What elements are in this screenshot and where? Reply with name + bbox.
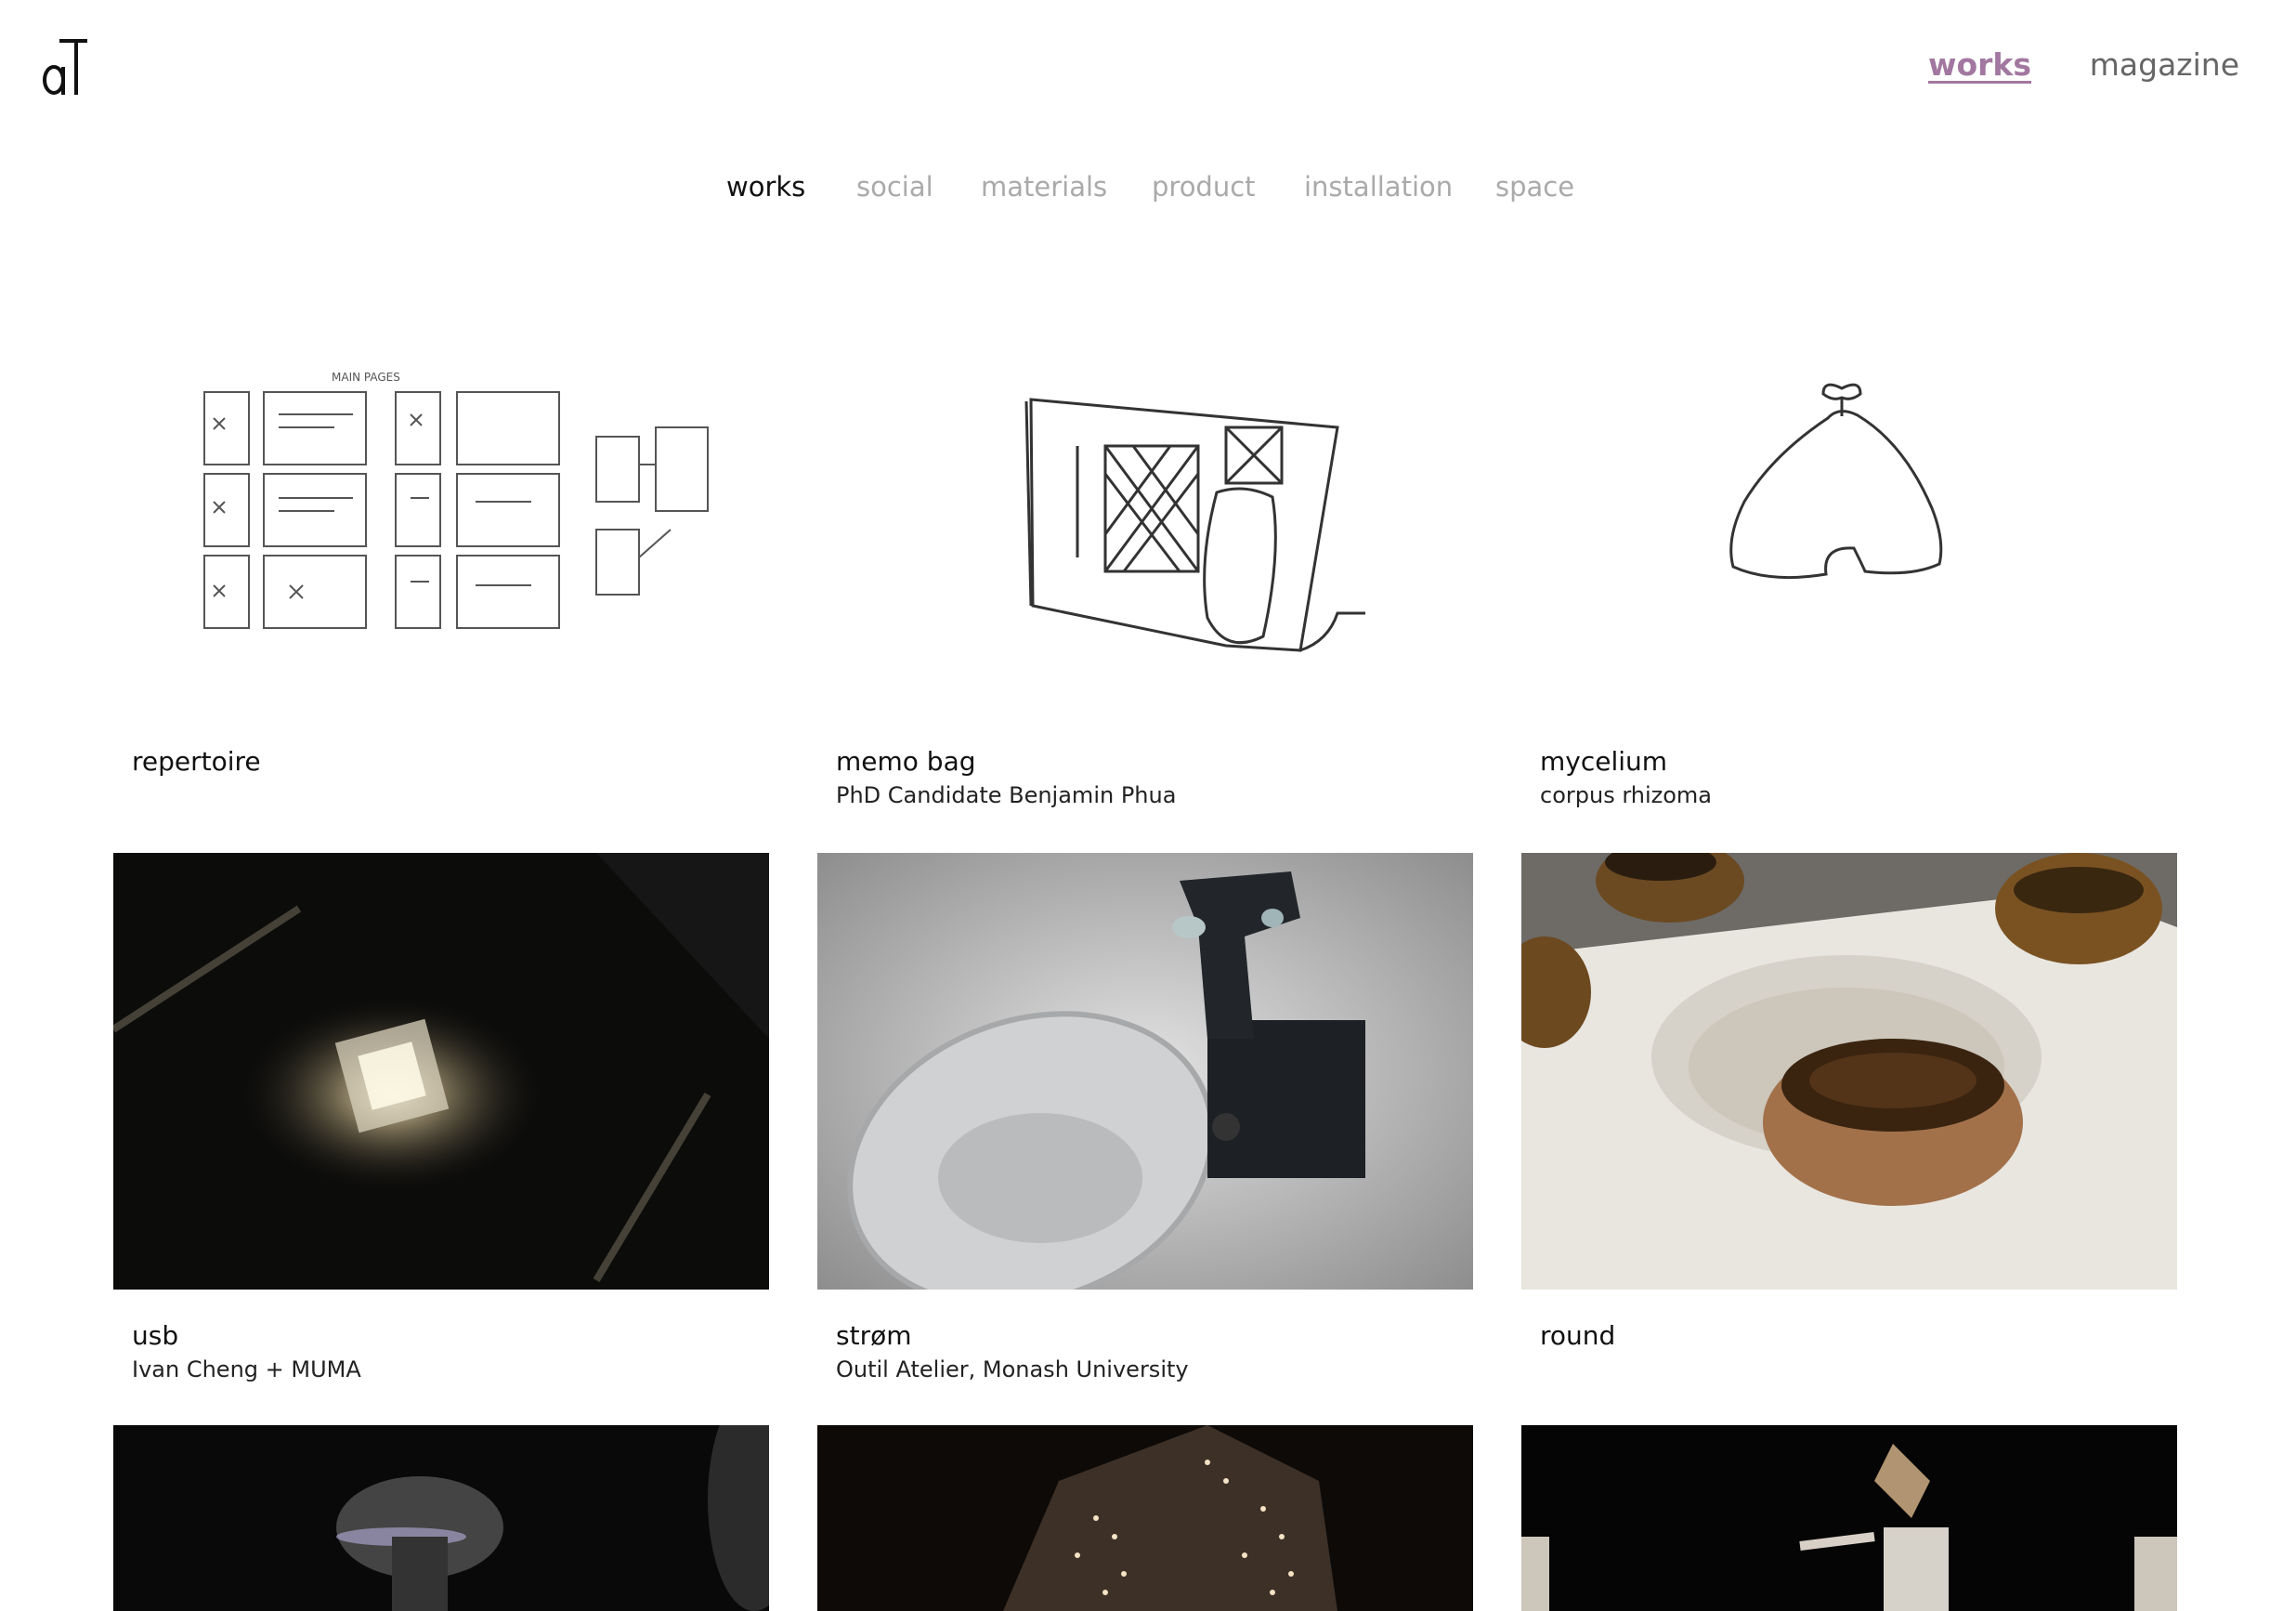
- project-image[interactable]: [817, 853, 1473, 1290]
- category-filters: works social materials product installat…: [0, 165, 2296, 208]
- project-card-perforated-lamp[interactable]: [817, 1425, 1473, 1611]
- project-title[interactable]: strøm: [836, 1319, 911, 1353]
- project-title[interactable]: usb: [132, 1319, 178, 1353]
- glowing-usb-photo: [113, 853, 769, 1290]
- filter-product[interactable]: product: [1152, 165, 1256, 208]
- project-card-repertoire[interactable]: MAIN PAGES repertoire: [113, 325, 769, 827]
- mycelium-sketch-image: [1729, 383, 1943, 580]
- nav-works[interactable]: works: [1928, 43, 2031, 87]
- project-image[interactable]: MAIN PAGES: [113, 325, 769, 762]
- project-card-strom[interactable]: strøm Outil Atelier, Monash University: [817, 853, 1473, 1392]
- project-subtitle: Outil Atelier, Monash University: [836, 1356, 1189, 1382]
- project-image[interactable]: [1521, 1425, 2177, 1611]
- device-render-image: [817, 853, 1473, 1290]
- project-card-round[interactable]: round: [1521, 853, 2177, 1392]
- svg-text:MAIN PAGES: MAIN PAGES: [332, 371, 400, 384]
- project-image[interactable]: [113, 853, 769, 1290]
- project-card-memo-bag[interactable]: memo bag PhD Candidate Benjamin Phua: [817, 325, 1473, 827]
- perforated-lamp-photo: [817, 1425, 1473, 1611]
- filter-installation[interactable]: installation: [1304, 165, 1453, 208]
- project-card-mycelium[interactable]: mycelium corpus rhizoma: [1521, 325, 2177, 827]
- project-subtitle: corpus rhizoma: [1540, 782, 1713, 808]
- performance-photo: [1521, 1425, 2177, 1611]
- project-image[interactable]: [817, 325, 1473, 762]
- project-image[interactable]: [817, 1425, 1473, 1611]
- nav-magazine[interactable]: magazine: [2090, 43, 2239, 87]
- project-title[interactable]: memo bag: [836, 745, 976, 779]
- wireframe-sketch-image: MAIN PAGES: [203, 371, 709, 629]
- lamp-dark-photo: [113, 1425, 769, 1611]
- filter-works[interactable]: works: [726, 165, 805, 208]
- project-image[interactable]: [1521, 853, 2177, 1290]
- filter-space[interactable]: space: [1495, 165, 1574, 208]
- project-title[interactable]: repertoire: [132, 745, 261, 779]
- project-subtitle: PhD Candidate Benjamin Phua: [836, 782, 1177, 808]
- project-card-usb[interactable]: usb Ivan Cheng + MUMA: [113, 853, 769, 1392]
- ceramic-bowls-photo: [1521, 853, 2177, 1290]
- project-title[interactable]: round: [1540, 1319, 1615, 1353]
- project-subtitle: Ivan Cheng + MUMA: [132, 1356, 361, 1382]
- project-image[interactable]: [1521, 325, 2177, 762]
- site-logo[interactable]: [41, 33, 89, 97]
- project-card-lamp[interactable]: [113, 1425, 769, 1611]
- logo-icon: [43, 39, 87, 95]
- project-image[interactable]: [113, 1425, 769, 1611]
- project-title[interactable]: mycelium: [1540, 745, 1667, 779]
- memo-bag-sketch-image: [1024, 398, 1365, 652]
- site-header: works magazine about: [0, 0, 2296, 139]
- filter-materials[interactable]: materials: [981, 165, 1107, 208]
- project-card-performance[interactable]: [1521, 1425, 2177, 1611]
- filter-social[interactable]: social: [856, 165, 933, 208]
